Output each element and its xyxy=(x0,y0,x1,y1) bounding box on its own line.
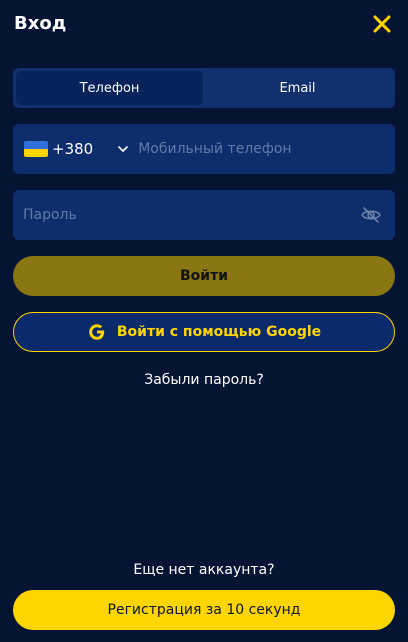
tab-phone[interactable]: Телефон xyxy=(16,71,203,105)
tab-email[interactable]: Email xyxy=(203,71,392,105)
password-input[interactable] xyxy=(23,207,360,223)
google-login-button[interactable]: Войти с помощью Google xyxy=(13,312,395,352)
login-method-tabs: Телефон Email xyxy=(13,68,395,108)
chevron-down-icon[interactable] xyxy=(117,143,129,155)
forgot-password-link[interactable]: Забыли пароль? xyxy=(0,372,408,388)
phone-field: +380 xyxy=(13,124,395,174)
login-button[interactable]: Войти xyxy=(13,256,395,296)
no-account-text: Еще нет аккаунта? xyxy=(133,562,275,578)
register-button[interactable]: Регистрация за 10 секунд xyxy=(13,590,395,630)
google-button-label: Войти с помощью Google xyxy=(116,324,322,340)
ukraine-flag-icon[interactable] xyxy=(24,141,48,157)
eye-off-icon[interactable] xyxy=(360,204,382,226)
country-code[interactable]: +380 xyxy=(52,140,93,158)
phone-input[interactable] xyxy=(138,141,395,157)
close-icon[interactable] xyxy=(372,14,392,34)
google-icon xyxy=(89,324,105,340)
page-title: Вход xyxy=(14,13,67,34)
password-field xyxy=(13,190,395,240)
